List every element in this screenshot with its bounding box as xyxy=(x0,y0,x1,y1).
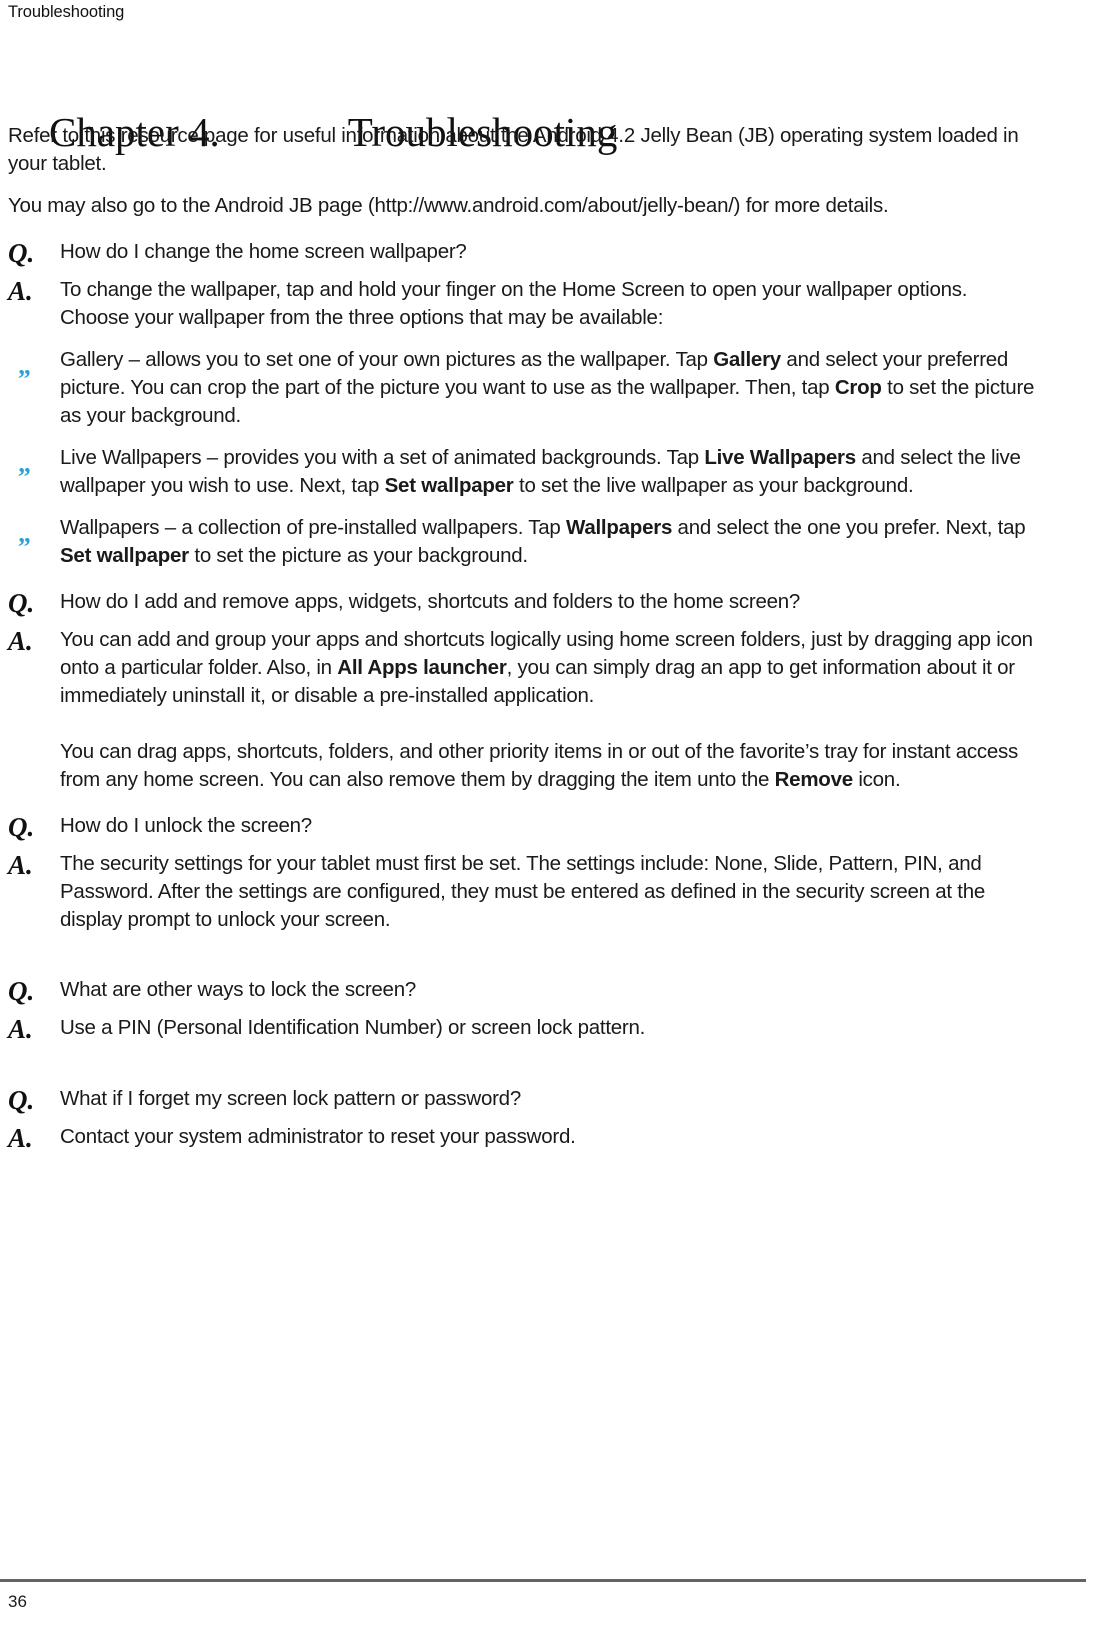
list-item-text: Wallpapers – a collection of pre-install… xyxy=(60,514,1040,570)
intro-paragraph-2: You may also go to the Android JB page (… xyxy=(8,194,889,217)
question-text: How do I unlock the screen? xyxy=(60,814,312,837)
answer-p1-bold: All Apps launcher xyxy=(337,656,507,679)
page-content: Refer to this resource page for useful i… xyxy=(8,122,1040,1152)
qa-question-row: Q. What if I forget my screen lock patte… xyxy=(8,1085,1040,1114)
bullet-text-part-3: to set the live wallpaper as your backgr… xyxy=(513,474,914,497)
answer-paragraph: Contact your system administrator to res… xyxy=(60,1125,576,1148)
list-item-text: Gallery – allows you to set one of your … xyxy=(60,346,1040,430)
answer-paragraph-2: You can drag apps, shortcuts, folders, a… xyxy=(60,738,1040,794)
list-item-text: Live Wallpapers – provides you with a se… xyxy=(60,444,1040,500)
qa-answer-row: A. Use a PIN (Personal Identification Nu… xyxy=(8,1014,1040,1043)
answer-text: Contact your system administrator to res… xyxy=(60,1123,1040,1151)
question-marker: Q. xyxy=(8,1085,35,1115)
bullet-bold-2: Set wallpaper xyxy=(60,544,189,567)
list-item: „ Live Wallpapers – provides you with a … xyxy=(8,444,1040,500)
bullet-bold-1: Gallery xyxy=(713,348,781,371)
running-header: Troubleshooting xyxy=(8,3,125,21)
bullet-bold-2: Crop xyxy=(834,376,882,399)
question-marker: Q. xyxy=(8,976,35,1006)
question-text: How do I change the home screen wallpape… xyxy=(60,240,467,263)
answer-paragraph: Use a PIN (Personal Identification Numbe… xyxy=(60,1016,646,1039)
qa-answer-row: A. The security settings for your tablet… xyxy=(8,850,1040,934)
list-item: „ Wallpapers – a collection of pre-insta… xyxy=(8,514,1040,570)
answer-text: You can add and group your apps and shor… xyxy=(60,626,1040,794)
question-text: What if I forget my screen lock pattern … xyxy=(60,1087,521,1110)
quote-bullet-icon: „ xyxy=(18,351,31,380)
bullet-bold-1: Live Wallpapers xyxy=(704,446,856,469)
question-marker: Q. xyxy=(8,812,35,842)
bullet-text-part-1: Live Wallpapers – provides you with a se… xyxy=(60,446,705,469)
answer-intro-text: To change the wallpaper, tap and hold yo… xyxy=(60,278,968,329)
answer-paragraph-1: You can add and group your apps and shor… xyxy=(60,626,1040,710)
answer-p2-bold: Remove xyxy=(774,768,854,791)
question-marker: Q. xyxy=(8,238,35,268)
answer-p2-part-2: icon. xyxy=(852,768,901,791)
qa-question-row: Q. What are other ways to lock the scree… xyxy=(8,976,1040,1005)
answer-marker: A. xyxy=(8,1014,33,1044)
qa-question-row: Q. How do I add and remove apps, widgets… xyxy=(8,588,1040,617)
bullet-text-part-2: and select the one you prefer. Next, tap xyxy=(672,516,1026,539)
answer-marker: A. xyxy=(8,850,33,880)
quote-bullet-icon: „ xyxy=(18,449,31,478)
qa-question-row: Q. How do I unlock the screen? xyxy=(8,812,1040,841)
qa-answer-row: A. To change the wallpaper, tap and hold… xyxy=(8,276,1040,332)
wallpaper-options-list: „ Gallery – allows you to set one of you… xyxy=(8,346,1040,570)
answer-paragraph: The security settings for your tablet mu… xyxy=(60,852,986,931)
answer-marker: A. xyxy=(8,276,33,306)
question-marker: Q. xyxy=(8,588,35,618)
answer-text: The security settings for your tablet mu… xyxy=(60,850,1040,934)
page-number: 36 xyxy=(8,1592,27,1611)
intro-paragraph-1: Refer to this resource page for useful i… xyxy=(8,124,1019,175)
bullet-bold-1: Wallpapers xyxy=(566,516,673,539)
answer-marker: A. xyxy=(8,626,33,656)
bullet-bold-2: Set wallpaper xyxy=(384,474,514,497)
footer-divider xyxy=(0,1579,1086,1582)
qa-answer-row: A. Contact your system administrator to … xyxy=(8,1123,1040,1152)
quote-bullet-icon: „ xyxy=(18,519,31,548)
question-text: How do I add and remove apps, widgets, s… xyxy=(60,590,801,613)
qa-answer-row: A. You can add and group your apps and s… xyxy=(8,626,1040,794)
list-item: „ Gallery – allows you to set one of you… xyxy=(8,346,1040,430)
bullet-text-part-3: to set the picture as your background. xyxy=(188,544,528,567)
answer-marker: A. xyxy=(8,1123,33,1153)
bullet-text-part-1: Gallery – allows you to set one of your … xyxy=(60,348,714,371)
document-page: Troubleshooting Chapter 4. Troubleshootin… xyxy=(0,0,1094,1633)
answer-text: Use a PIN (Personal Identification Numbe… xyxy=(60,1014,1040,1042)
answer-text: To change the wallpaper, tap and hold yo… xyxy=(60,276,1040,332)
qa-question-row: Q. How do I change the home screen wallp… xyxy=(8,238,1040,267)
question-text: What are other ways to lock the screen? xyxy=(60,978,417,1001)
bullet-text-part-1: Wallpapers – a collection of pre-install… xyxy=(60,516,566,539)
